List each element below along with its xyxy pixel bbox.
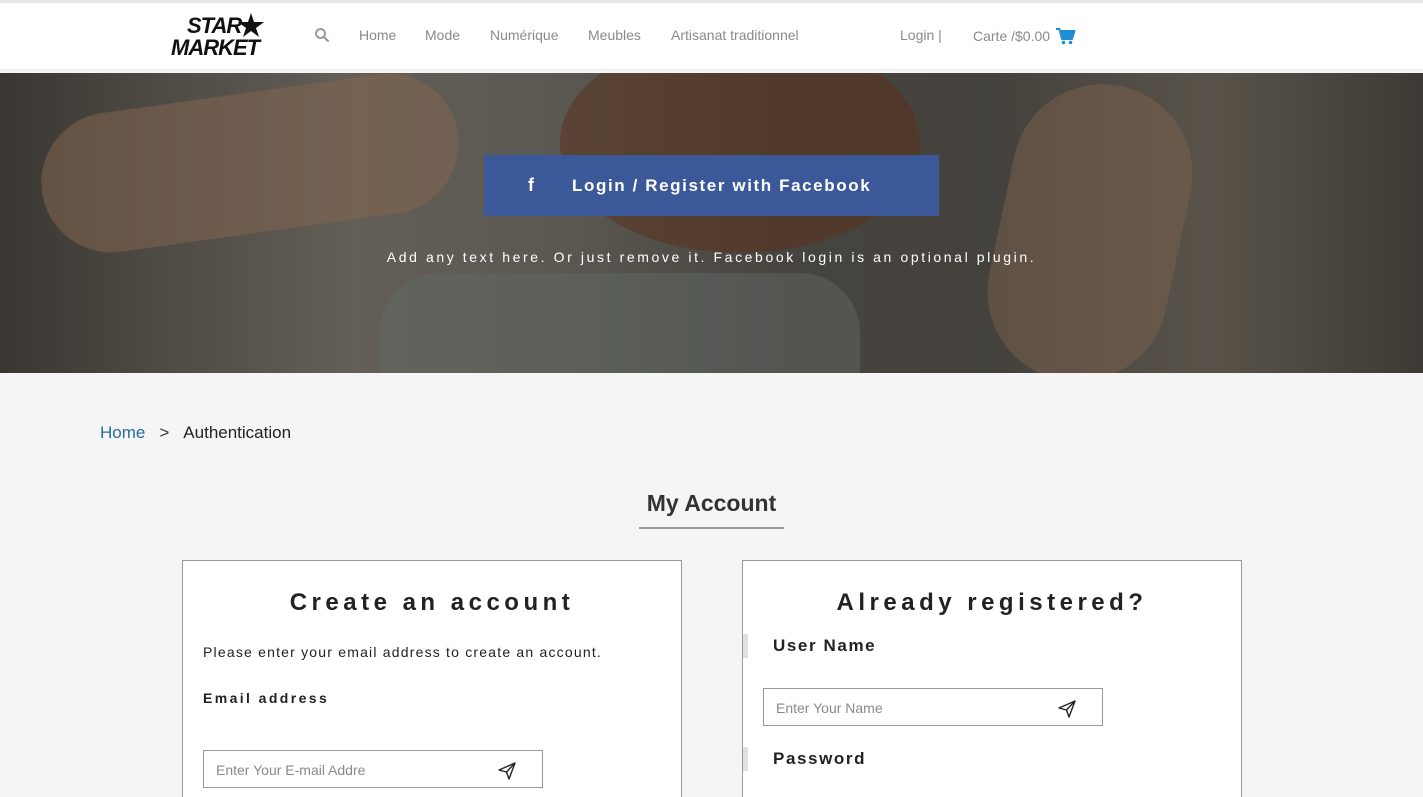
facebook-login-button[interactable]: f Login / Register with Facebook bbox=[484, 155, 939, 216]
username-label: User Name bbox=[743, 634, 876, 658]
logo-text-line1: STAR bbox=[187, 13, 242, 38]
facebook-icon: f bbox=[528, 175, 534, 195]
breadcrumb-separator: > bbox=[159, 423, 170, 442]
cart-total[interactable]: Carte /$0.00 bbox=[973, 28, 1050, 44]
send-icon[interactable] bbox=[498, 762, 516, 780]
create-account-title: Create an account bbox=[289, 589, 575, 616]
email-field[interactable] bbox=[216, 760, 496, 780]
email-field-wrapper bbox=[203, 750, 543, 788]
login-panel: Already registered? User Name Password bbox=[742, 560, 1242, 797]
logo-text-line2: MARKET bbox=[171, 35, 260, 60]
facebook-login-label: Login / Register with Facebook bbox=[572, 176, 872, 195]
page-title: My Account bbox=[646, 490, 777, 516]
breadcrumb-home[interactable]: Home bbox=[100, 423, 145, 442]
login-link[interactable]: Login | bbox=[900, 27, 942, 43]
nav-mode[interactable]: Mode bbox=[425, 27, 460, 43]
username-field[interactable] bbox=[776, 698, 1056, 718]
username-field-wrapper bbox=[763, 688, 1103, 726]
create-account-intro: Please enter your email address to creat… bbox=[203, 644, 603, 660]
store-logo[interactable]: STAR MARKET bbox=[171, 12, 283, 62]
site-header: STAR MARKET Home Mode Numérique Meubles … bbox=[0, 3, 1423, 70]
nav-meubles[interactable]: Meubles bbox=[588, 27, 641, 43]
title-underline bbox=[639, 527, 784, 529]
breadcrumb: Home > Authentication bbox=[100, 423, 291, 443]
password-label: Password bbox=[743, 747, 866, 771]
hero-overlay bbox=[0, 73, 1423, 373]
search-icon[interactable] bbox=[314, 27, 330, 43]
send-icon[interactable] bbox=[1058, 700, 1076, 718]
hero-note: Add any text here. Or just remove it. Fa… bbox=[386, 249, 1037, 265]
email-label: Email address bbox=[203, 690, 330, 706]
create-account-panel: Create an account Please enter your emai… bbox=[182, 560, 682, 797]
nav-artisanat[interactable]: Artisanat traditionnel bbox=[671, 27, 799, 43]
nav-home[interactable]: Home bbox=[359, 27, 396, 43]
login-title: Already registered? bbox=[836, 589, 1148, 616]
nav-numerique[interactable]: Numérique bbox=[490, 27, 558, 43]
cart-icon[interactable] bbox=[1056, 27, 1076, 45]
hero-banner: f Login / Register with Facebook Add any… bbox=[0, 73, 1423, 373]
breadcrumb-current: Authentication bbox=[183, 423, 292, 442]
